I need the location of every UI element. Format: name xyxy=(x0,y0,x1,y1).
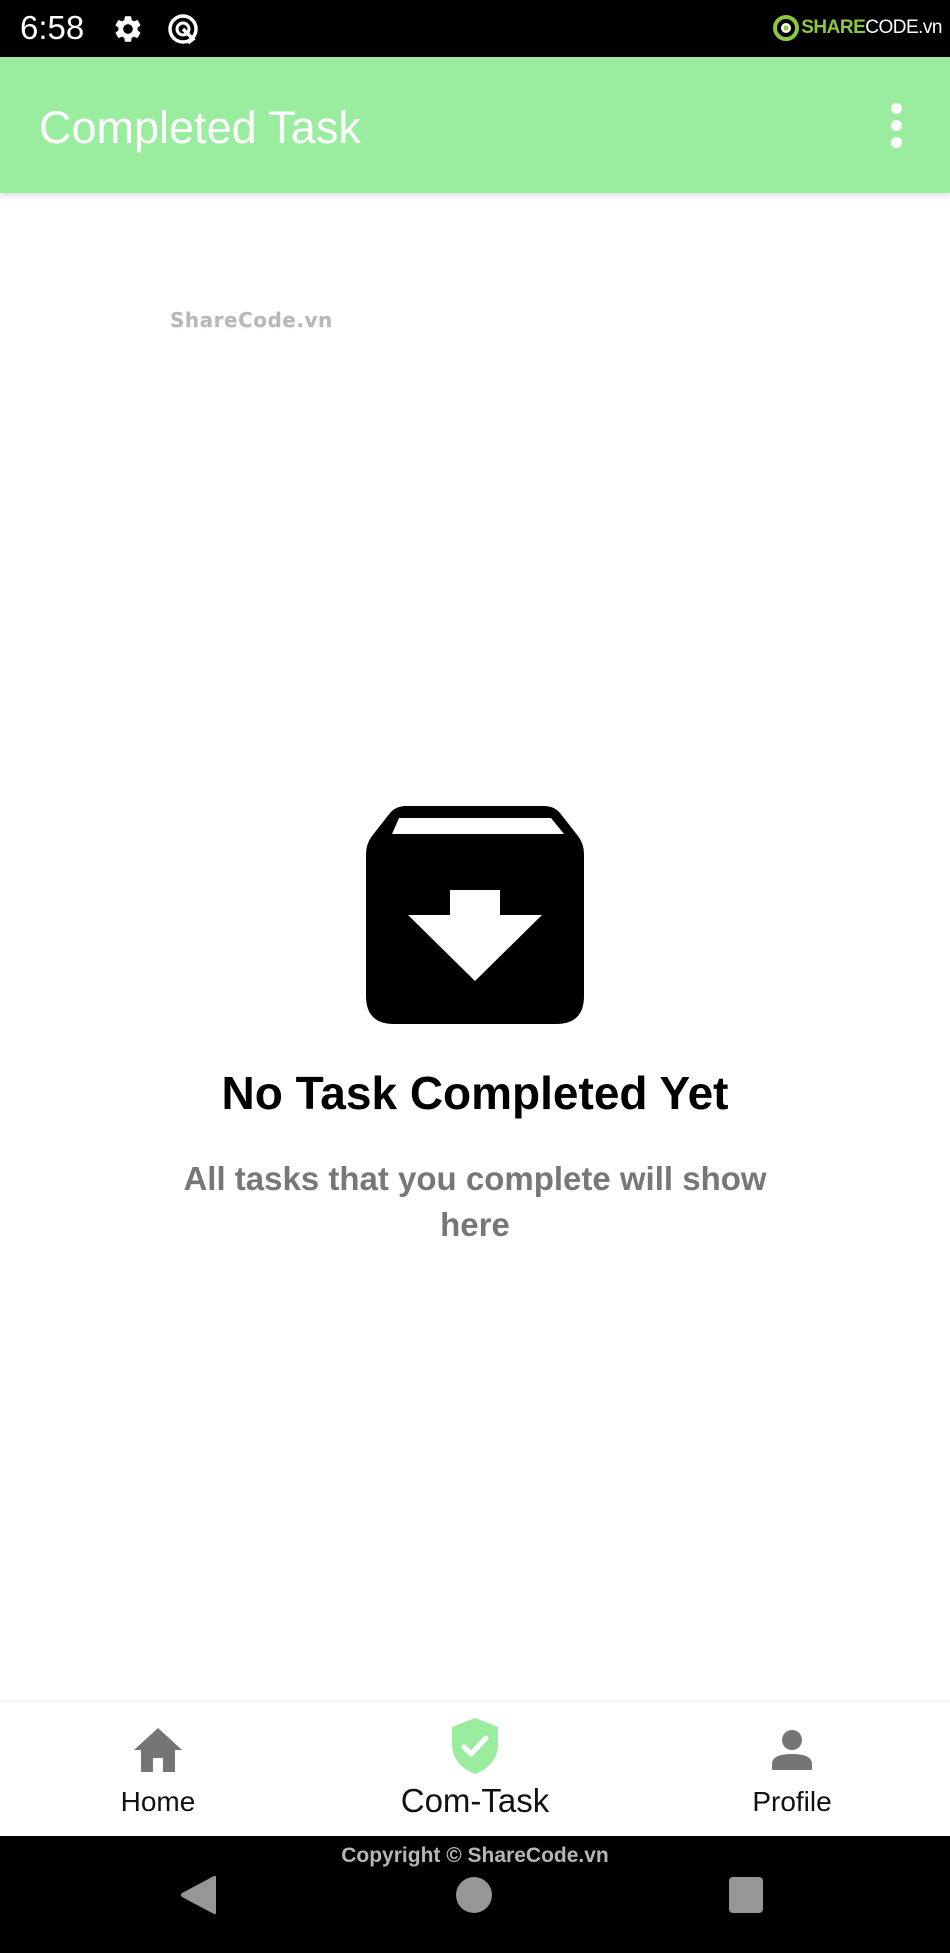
recents-button[interactable] xyxy=(727,1876,765,1914)
empty-state-subtitle: All tasks that you complete will show he… xyxy=(183,1160,767,1243)
status-right-icons: SHARE CODE.vn xyxy=(773,8,942,48)
status-bar: 6:58 SHARE CODE.vn xyxy=(0,0,950,57)
nav-item-home[interactable]: Home xyxy=(58,1702,258,1838)
more-options-button[interactable] xyxy=(868,97,924,153)
bottom-navigation: Home Com-Task Profile xyxy=(0,1700,950,1836)
back-button[interactable] xyxy=(178,1874,218,1916)
home-icon xyxy=(134,1728,182,1772)
recycle-logo-icon xyxy=(773,15,800,41)
home-button[interactable] xyxy=(455,1876,493,1914)
watermark-text: ShareCode.vn xyxy=(170,308,333,332)
logo-share-text: SHARE xyxy=(801,17,866,38)
nav-label-profile: Profile xyxy=(752,1786,832,1817)
main-content: ShareCode.vn No Task Completed Yet All t… xyxy=(0,193,950,1700)
nav-label-com-task: Com-Task xyxy=(400,1782,550,1819)
shield-check-icon xyxy=(452,1718,498,1774)
nav-item-profile[interactable]: Profile xyxy=(692,1702,892,1838)
archive-download-icon xyxy=(366,806,584,1024)
more-vert-icon-dot xyxy=(890,102,902,114)
nav-item-com-task[interactable]: Com-Task xyxy=(375,1702,575,1838)
more-vert-icon-dot xyxy=(890,119,902,131)
app-bar: Completed Task xyxy=(0,57,950,193)
system-navigation-bar: Copyright © ShareCode.vn xyxy=(0,1836,950,1953)
empty-state-title: No Task Completed Yet xyxy=(221,1067,729,1119)
sharecode-logo: SHARE CODE.vn xyxy=(773,15,942,41)
page-title: Completed Task xyxy=(39,102,361,153)
status-time: 6:58 xyxy=(20,9,85,46)
gear-icon xyxy=(115,16,141,42)
nav-label-home: Home xyxy=(120,1786,196,1817)
logo-code-text: CODE.vn xyxy=(865,17,942,38)
person-icon xyxy=(772,1730,812,1770)
q-launcher-icon xyxy=(168,14,198,45)
copyright-text: Copyright © ShareCode.vn xyxy=(341,1844,609,1867)
more-vert-icon-dot xyxy=(890,136,902,148)
